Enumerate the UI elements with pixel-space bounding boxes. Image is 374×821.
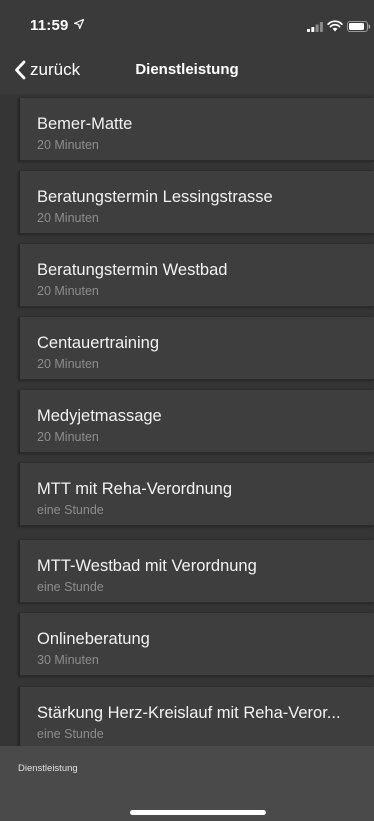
service-item-bemer-matte[interactable]: Bemer-Matte 20 Minuten [20,98,374,162]
page-title: Dienstleistung [135,61,239,78]
service-duration: 20 Minuten [37,284,99,298]
service-duration: 20 Minuten [37,357,99,371]
service-duration: 20 Minuten [37,430,99,444]
location-arrow-icon [74,19,84,29]
service-title: Onlineberatung [37,630,150,648]
status-bar: 11:59 [0,0,374,46]
tab-bar: Dienstleistung [0,746,374,821]
service-title: Stärkung Herz-Kreislauf mit Reha-Veror..… [37,704,341,722]
screen: 11:59 zurück Dienstleistung Bemer-Matte … [0,0,374,821]
service-title: Bemer-Matte [37,115,133,133]
service-duration: eine Stunde [37,580,104,594]
service-title: MTT-Westbad mit Verordnung [37,557,257,575]
cellular-signal-icon [307,22,323,32]
tab-dienstleistung[interactable]: Dienstleistung [18,763,78,774]
service-item-mtt-reha[interactable]: MTT mit Reha-Verordnung eine Stunde [20,463,374,527]
navigation-bar: zurück Dienstleistung [0,46,374,94]
service-item-centauertraining[interactable]: Centauertraining 20 Minuten [20,317,374,381]
service-duration: eine Stunde [37,503,104,517]
home-indicator[interactable] [130,810,266,815]
wifi-icon [327,20,343,32]
service-title: Centauertraining [37,334,159,352]
service-list[interactable]: Bemer-Matte 20 Minuten Beratungstermin L… [0,94,374,746]
service-title: Medyjetmassage [37,407,162,425]
service-item-mtt-westbad[interactable]: MTT-Westbad mit Verordnung eine Stunde [20,540,374,604]
service-title: Beratungstermin Westbad [37,261,228,279]
status-time: 11:59 [30,17,69,34]
service-title: Beratungstermin Lessingstrasse [37,188,273,206]
service-item-medyjetmassage[interactable]: Medyjetmassage 20 Minuten [20,390,374,454]
service-item-onlineberatung[interactable]: Onlineberatung 30 Minuten [20,613,374,677]
service-duration: 20 Minuten [37,211,99,225]
service-item-beratungstermin-lessingstrasse[interactable]: Beratungstermin Lessingstrasse 20 Minute… [20,171,374,235]
battery-icon [347,21,371,32]
service-duration: 30 Minuten [37,653,99,667]
service-item-beratungstermin-westbad[interactable]: Beratungstermin Westbad 20 Minuten [20,244,374,308]
service-duration: 20 Minuten [37,138,99,152]
service-title: MTT mit Reha-Verordnung [37,480,233,498]
service-item-staerkung-herz-kreislauf[interactable]: Stärkung Herz-Kreislauf mit Reha-Veror..… [20,687,374,746]
service-duration: eine Stunde [37,727,104,741]
